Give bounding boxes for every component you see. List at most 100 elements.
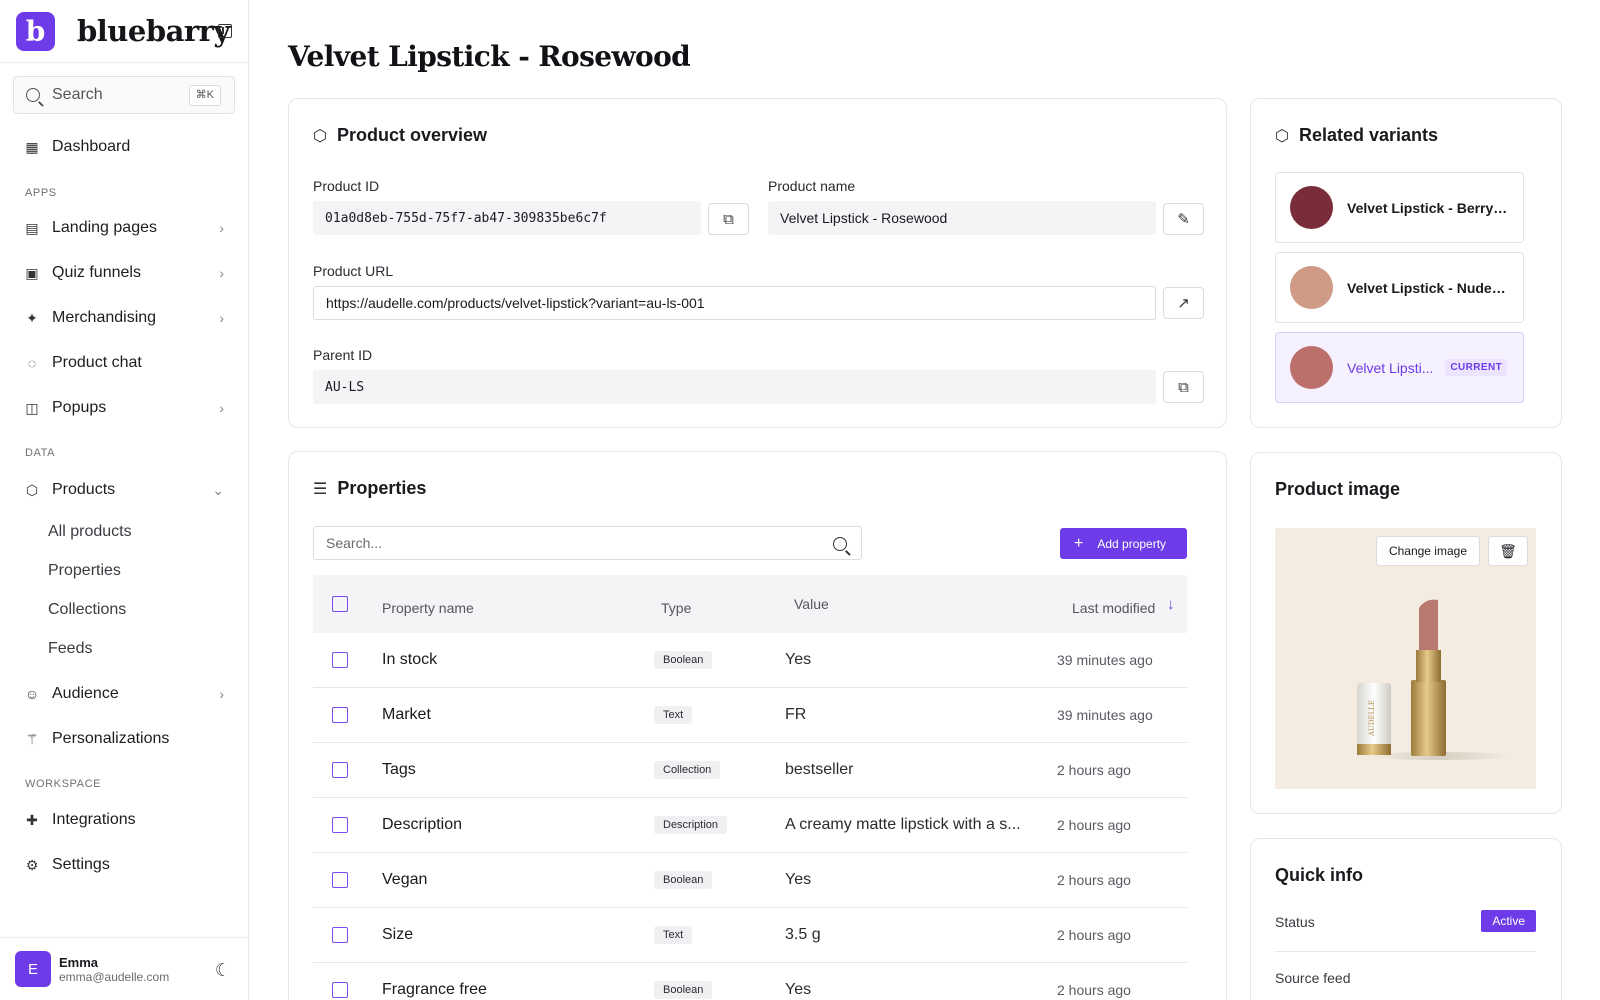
row-checkbox[interactable] bbox=[332, 798, 348, 852]
sidebar-item-popups[interactable]: ◫ Popups › bbox=[24, 397, 224, 419]
property-type: Description bbox=[654, 798, 728, 852]
property-type: Boolean bbox=[654, 633, 713, 687]
property-type: Text bbox=[654, 908, 693, 962]
sidebar-item-merchandising[interactable]: ✦ Merchandising › bbox=[24, 307, 224, 329]
sidebar-collapse-icon[interactable] bbox=[218, 24, 232, 38]
sidebar-subitem-all-products[interactable]: All products bbox=[48, 523, 132, 541]
edit-product-name-button[interactable]: ✎ bbox=[1163, 203, 1204, 235]
select-all-checkbox[interactable] bbox=[332, 575, 348, 633]
sidebar-subitem-collections[interactable]: Collections bbox=[48, 601, 126, 619]
copy-product-id-button[interactable]: ⧉ bbox=[708, 203, 749, 235]
row-checkbox[interactable] bbox=[332, 688, 348, 742]
add-property-label: Add property bbox=[1097, 536, 1167, 551]
sidebar-subitem-feeds[interactable]: Feeds bbox=[48, 640, 92, 658]
row-checkbox[interactable] bbox=[332, 908, 348, 962]
table-row[interactable]: In stock Boolean Yes 39 minutes ago bbox=[313, 633, 1187, 688]
table-row[interactable]: Market Text FR 39 minutes ago bbox=[313, 688, 1187, 743]
property-value: Yes bbox=[785, 651, 812, 668]
chevron-right-icon: › bbox=[219, 265, 224, 281]
product-url-field[interactable]: https://audelle.com/products/velvet-lips… bbox=[313, 286, 1156, 320]
property-type: Boolean bbox=[654, 963, 713, 1000]
table-row[interactable]: Tags Collection bestseller 2 hours ago bbox=[313, 743, 1187, 798]
sidebar-item-settings[interactable]: ⚙ Settings bbox=[24, 854, 224, 876]
brand-logo[interactable]: b bbox=[16, 11, 55, 51]
property-name: Fragrance free bbox=[382, 981, 487, 998]
card-title-text: Product overview bbox=[336, 125, 488, 145]
sidebar-item-audience[interactable]: ☺ Audience › bbox=[24, 683, 224, 705]
section-label-workspace: WORKSPACE bbox=[25, 778, 102, 790]
property-value-cell: Yes bbox=[785, 853, 811, 907]
user-profile[interactable]: E Emma emma@audelle.com ☾ bbox=[0, 937, 249, 1000]
property-value: bestseller bbox=[785, 761, 854, 778]
magic-wand-icon: ⚚ bbox=[25, 730, 39, 747]
search-shortcut: ⌘K bbox=[188, 85, 221, 106]
sidebar-item-label: Personalizations bbox=[52, 730, 170, 747]
sidebar-item-dashboard[interactable]: ▦ Dashboard bbox=[24, 136, 224, 158]
avatar: E bbox=[15, 951, 51, 987]
variant-item[interactable]: Velvet Lipstick - Nude Silk bbox=[1275, 252, 1524, 323]
property-search-input[interactable]: Search... bbox=[313, 526, 862, 560]
property-modified: 2 hours ago bbox=[1057, 762, 1131, 778]
sparkles-icon: ✦ bbox=[26, 309, 38, 326]
sidebar-item-quiz-funnels[interactable]: ▣ Quiz funnels › bbox=[24, 262, 224, 284]
sidebar-item-label: Popups bbox=[52, 399, 107, 416]
current-badge: CURRENT bbox=[1445, 359, 1508, 376]
table-body: In stock Boolean Yes 39 minutes ago Market Te… bbox=[313, 633, 1187, 1000]
sidebar-item-label: Integrations bbox=[52, 811, 136, 828]
search-placeholder: Search... bbox=[326, 535, 383, 551]
sidebar-item-product-chat[interactable]: ◌ Product chat bbox=[24, 352, 224, 374]
delete-image-button[interactable]: 🗑 bbox=[1488, 536, 1528, 566]
brand-header: b bluebarry bbox=[0, 0, 248, 63]
column-property-name[interactable]: Property name bbox=[382, 579, 474, 637]
variant-swatch bbox=[1290, 346, 1333, 389]
column-type[interactable]: Type bbox=[661, 579, 691, 637]
table-row[interactable]: Vegan Boolean Yes 2 hours ago bbox=[313, 853, 1187, 908]
type-tag: Description bbox=[654, 816, 728, 834]
add-property-button[interactable]: + Add property bbox=[1060, 528, 1187, 559]
row-checkbox[interactable] bbox=[332, 743, 348, 797]
property-type: Collection bbox=[654, 743, 721, 797]
property-name: Vegan bbox=[382, 871, 428, 888]
product-name-field[interactable]: Velvet Lipstick - Rosewood bbox=[768, 201, 1156, 235]
copy-parent-id-button[interactable]: ⧉ bbox=[1163, 371, 1204, 403]
main-content: Velvet Lipstick - Rosewood ⬡ Product ove… bbox=[250, 0, 1600, 1000]
change-image-button[interactable]: Change image bbox=[1375, 536, 1480, 566]
sidebar-search[interactable]: Search ⌘K bbox=[13, 76, 235, 114]
sidebar-item-products[interactable]: ⬡ Products ⌄ bbox=[24, 479, 224, 501]
table-header: Property name Type Value Last modified ↓ bbox=[313, 575, 1187, 633]
property-value: Yes bbox=[785, 871, 812, 888]
layout-icon: ▤ bbox=[25, 219, 39, 236]
column-value[interactable]: Value bbox=[794, 575, 829, 633]
product-overview-card: ⬡ Product overview Product ID 01a0d8eb-7… bbox=[288, 98, 1227, 428]
card-title: ⬡ Related variants bbox=[1275, 125, 1438, 146]
sidebar-item-label: Settings bbox=[52, 856, 110, 873]
search-label: Search bbox=[52, 86, 103, 103]
sidebar-item-label: Products bbox=[52, 481, 116, 498]
variant-item-current[interactable]: Velvet Lipsti... CURRENT bbox=[1275, 332, 1524, 403]
product-id-field: 01a0d8eb-755d-75f7-ab47-309835be6c7f bbox=[313, 201, 701, 235]
row-checkbox[interactable] bbox=[332, 633, 348, 687]
table-row[interactable]: Description Description A creamy matte lip… bbox=[313, 798, 1187, 853]
chevron-right-icon: › bbox=[219, 220, 224, 236]
column-last-modified[interactable]: Last modified bbox=[1072, 579, 1155, 637]
row-checkbox[interactable] bbox=[332, 853, 348, 907]
sidebar-item-landing-pages[interactable]: ▤ Landing pages › bbox=[24, 217, 224, 239]
sidebar-item-label: Merchandising bbox=[52, 309, 157, 326]
sidebar-item-personalizations[interactable]: ⚚ Personalizations bbox=[24, 728, 224, 750]
search-icon bbox=[26, 88, 40, 102]
product-name-label: Product name bbox=[768, 178, 856, 194]
sidebar-subitem-properties[interactable]: Properties bbox=[48, 562, 121, 580]
copy-icon: ⧉ bbox=[1178, 378, 1189, 396]
open-url-button[interactable]: ↗ bbox=[1163, 287, 1204, 319]
table-row[interactable]: Size Text 3.5 g 2 hours ago bbox=[313, 908, 1187, 963]
variant-item[interactable]: Velvet Lipstick - Berry N... bbox=[1275, 172, 1524, 243]
table-row[interactable]: Fragrance free Boolean Yes 2 hours ago bbox=[313, 963, 1187, 1000]
moon-icon[interactable]: ☾ bbox=[215, 960, 231, 981]
sidebar-item-integrations[interactable]: ✚ Integrations bbox=[24, 809, 224, 831]
sort-descending-icon[interactable]: ↓ bbox=[1167, 575, 1175, 633]
type-tag: Boolean bbox=[654, 871, 713, 889]
external-link-icon: ↗ bbox=[1177, 295, 1190, 312]
product-url-label: Product URL bbox=[313, 263, 394, 279]
variant-name: Velvet Lipstick - Nude Silk bbox=[1347, 279, 1509, 296]
row-checkbox[interactable] bbox=[332, 963, 348, 1000]
